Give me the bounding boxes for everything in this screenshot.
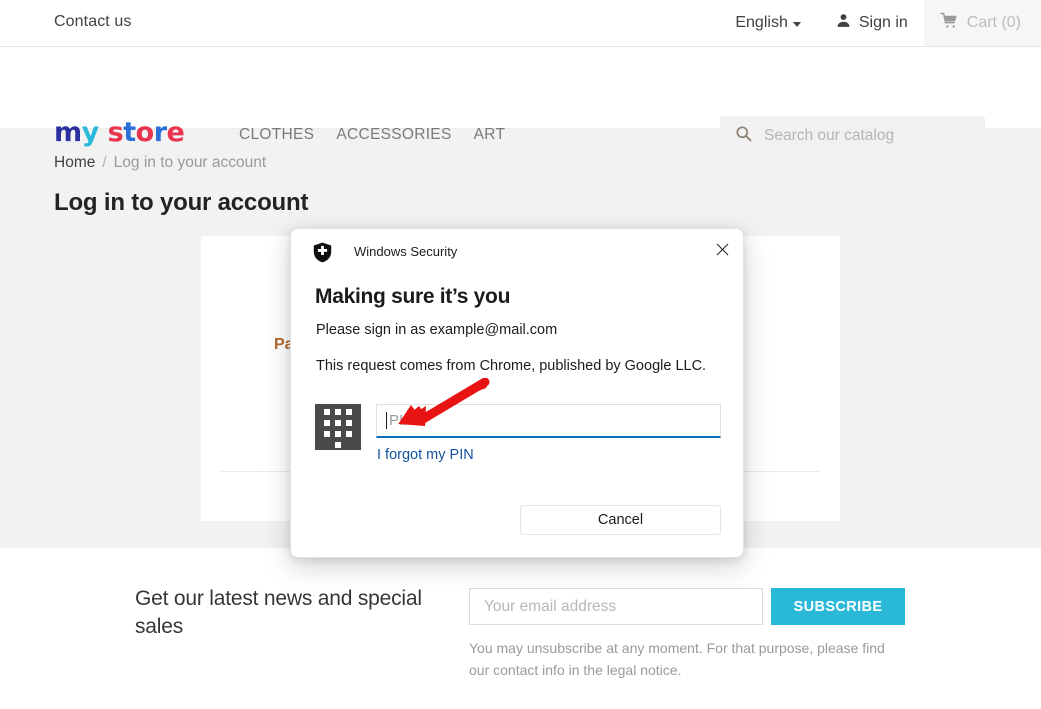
subscribe-button[interactable]: SUBSCRIBE bbox=[771, 588, 905, 625]
newsletter-heading: Get our latest news and special sales bbox=[135, 587, 422, 639]
dialog-title: Windows Security bbox=[354, 244, 458, 259]
logo-letter bbox=[99, 119, 108, 146]
top-bar-right-group: English Sign in Cart (0) bbox=[717, 0, 1041, 46]
pin-entry-row: PIN I forgot my PIN bbox=[315, 404, 721, 463]
top-bar: Contact us English Sign in Cart (0) bbox=[0, 0, 1041, 47]
dialog-title-bar: Windows Security bbox=[291, 229, 743, 273]
nav-item-art[interactable]: ART bbox=[474, 126, 506, 144]
chevron-down-icon bbox=[792, 22, 801, 27]
dialog-signin-line: Please sign in as example@mail.com bbox=[316, 322, 558, 338]
cart-label: Cart (0) bbox=[966, 14, 1021, 31]
pin-keypad-icon bbox=[315, 404, 361, 450]
breadcrumb-home[interactable]: Home bbox=[54, 154, 95, 171]
text-cursor bbox=[386, 412, 387, 429]
shield-icon bbox=[313, 242, 332, 268]
newsletter-email-placeholder: Your email address bbox=[484, 597, 617, 615]
logo-letter: e bbox=[166, 117, 185, 148]
cancel-button[interactable]: Cancel bbox=[520, 505, 721, 535]
newsletter-email-input[interactable]: Your email address bbox=[469, 588, 763, 625]
logo-letter: m bbox=[54, 117, 82, 148]
person-icon bbox=[835, 12, 852, 34]
newsletter-section: Get our latest news and special sales Yo… bbox=[0, 548, 1041, 709]
search-icon bbox=[735, 125, 752, 147]
dialog-request-origin-line: This request comes from Chrome, publishe… bbox=[316, 358, 707, 374]
shopping-cart-icon bbox=[940, 12, 959, 35]
logo-letter: y bbox=[81, 117, 100, 148]
nav-item-clothes[interactable]: CLOTHES bbox=[239, 126, 314, 144]
breadcrumb-separator: / bbox=[102, 154, 107, 171]
pin-placeholder: PIN bbox=[389, 412, 415, 429]
site-header: my store CLOTHES ACCESSORIES ART Search … bbox=[0, 47, 1041, 156]
logo-letter: r bbox=[153, 117, 167, 148]
search-placeholder: Search our catalog bbox=[764, 127, 895, 144]
language-selector[interactable]: English bbox=[717, 0, 818, 46]
newsletter-note: You may unsubscribe at any moment. For t… bbox=[469, 640, 885, 678]
breadcrumb-current: Log in to your account bbox=[113, 154, 267, 171]
contact-us-link[interactable]: Contact us bbox=[54, 13, 131, 31]
main-nav: CLOTHES ACCESSORIES ART bbox=[239, 126, 505, 144]
logo-letter: t bbox=[123, 117, 136, 148]
forgot-pin-link[interactable]: I forgot my PIN bbox=[377, 447, 474, 463]
windows-security-dialog: Windows Security Making sure it’s you Pl… bbox=[290, 228, 744, 558]
breadcrumb: Home / Log in to your account bbox=[54, 154, 266, 172]
logo-letter: s bbox=[107, 117, 124, 148]
pin-input[interactable]: PIN bbox=[376, 404, 721, 438]
sign-in-label: Sign in bbox=[858, 14, 908, 31]
page-root: Contact us English Sign in Cart (0) my s… bbox=[0, 0, 1041, 709]
language-label: English bbox=[735, 14, 788, 31]
cart-button[interactable]: Cart (0) bbox=[923, 0, 1041, 46]
site-logo[interactable]: my store bbox=[54, 117, 185, 148]
search-input[interactable]: Search our catalog bbox=[720, 116, 985, 156]
pin-input-wrapper: PIN I forgot my PIN bbox=[376, 404, 721, 463]
page-title: Log in to your account bbox=[54, 189, 309, 216]
close-icon[interactable] bbox=[699, 229, 743, 269]
sign-in-link[interactable]: Sign in bbox=[819, 0, 924, 46]
nav-item-accessories[interactable]: ACCESSORIES bbox=[336, 126, 451, 144]
dialog-heading: Making sure it’s you bbox=[315, 285, 511, 308]
logo-letter: o bbox=[135, 117, 155, 148]
